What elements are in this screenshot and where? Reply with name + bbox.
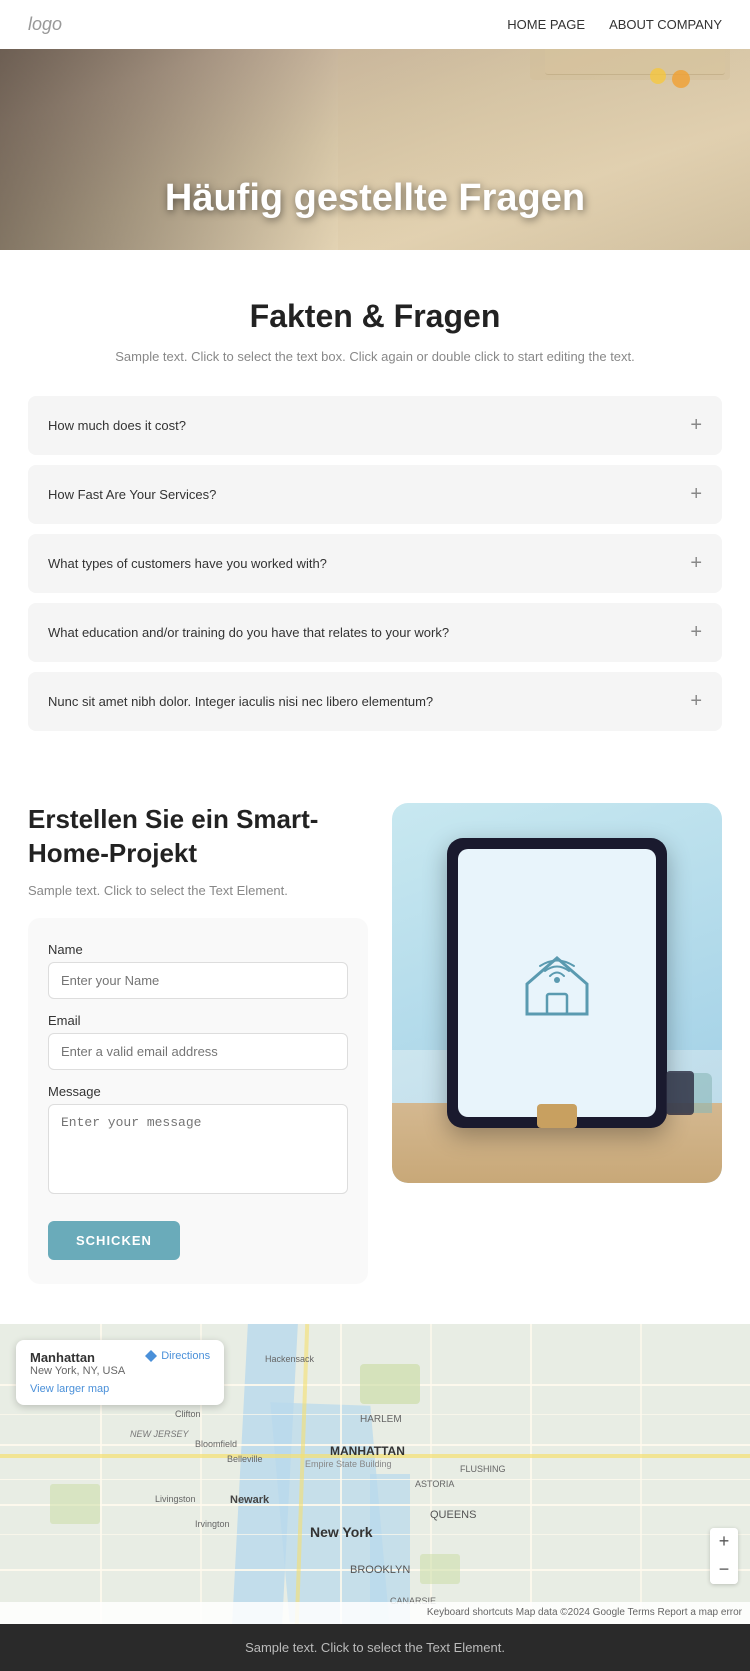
- nav-link-home[interactable]: HOME PAGE: [507, 17, 585, 32]
- email-input[interactable]: [48, 1033, 348, 1070]
- map-label-astoria: ASTORIA: [415, 1479, 454, 1489]
- faq-expand-icon-1: +: [690, 414, 702, 437]
- navbar: logo HOME PAGE ABOUT COMPANY: [0, 0, 750, 49]
- form-group-name: Name: [48, 942, 348, 999]
- smart-home-right: [392, 803, 722, 1183]
- hero-title: Häufig gestellte Fragen: [0, 177, 750, 220]
- map-label-irvington: Irvington: [195, 1519, 230, 1529]
- tablet-screen: [458, 849, 656, 1117]
- map-footer: Keyboard shortcuts Map data ©2024 Google…: [0, 1602, 750, 1624]
- map-label-harlem: HARLEM: [360, 1414, 402, 1425]
- name-label: Name: [48, 942, 348, 957]
- logo: logo: [28, 14, 62, 35]
- map-popup: Manhattan New York, NY, USA View larger …: [16, 1340, 224, 1405]
- contact-form: Name Email Message SCHICKEN: [28, 918, 368, 1284]
- map-label-queens: QUEENS: [430, 1509, 476, 1521]
- faq-question-3: What types of customers have you worked …: [48, 556, 327, 571]
- message-label: Message: [48, 1084, 348, 1099]
- submit-button[interactable]: SCHICKEN: [48, 1221, 180, 1260]
- name-input[interactable]: [48, 962, 348, 999]
- map-popup-subtitle: New York, NY, USA: [30, 1365, 125, 1377]
- smart-home-heading: Erstellen Sie ein Smart-Home-Projekt: [28, 803, 368, 871]
- email-label: Email: [48, 1013, 348, 1028]
- faq-question-5: Nunc sit amet nibh dolor. Integer iaculi…: [48, 694, 433, 709]
- faq-item-4[interactable]: What education and/or training do you ha…: [28, 603, 722, 662]
- zoom-out-button[interactable]: −: [710, 1556, 738, 1584]
- map-label-newyork: New York: [310, 1524, 373, 1540]
- map-popup-title: Manhattan: [30, 1350, 125, 1365]
- map-label-flushing: FLUSHING: [460, 1464, 506, 1474]
- map-section: MANHATTAN Newark New York BROOKLYN QUEEN…: [0, 1324, 750, 1624]
- zoom-in-button[interactable]: +: [710, 1528, 738, 1556]
- faq-question-2: How Fast Are Your Services?: [48, 487, 216, 502]
- map-label-manhattan: MANHATTAN: [330, 1444, 405, 1458]
- faq-heading: Fakten & Fragen: [28, 298, 722, 335]
- map-label-belleville: Belleville: [227, 1454, 263, 1464]
- map-attribution: Keyboard shortcuts Map data ©2024 Google…: [427, 1607, 742, 1618]
- map-label-empirestate: Empire State Building: [305, 1459, 392, 1469]
- faq-expand-icon-2: +: [690, 483, 702, 506]
- faq-section: Fakten & Fragen Sample text. Click to se…: [0, 250, 750, 763]
- nav-link-about[interactable]: ABOUT COMPANY: [609, 17, 722, 32]
- smart-home-left: Erstellen Sie ein Smart-Home-Projekt Sam…: [28, 803, 368, 1284]
- faq-item-3[interactable]: What types of customers have you worked …: [28, 534, 722, 593]
- view-larger-map-link[interactable]: View larger map: [30, 1383, 125, 1395]
- directions-icon: [145, 1350, 157, 1362]
- faq-subtitle: Sample text. Click to select the text bo…: [28, 349, 722, 364]
- smart-home-icon: [512, 936, 602, 1031]
- nav-links: HOME PAGE ABOUT COMPANY: [507, 17, 722, 32]
- map-label-bloomfield: Bloomfield: [195, 1439, 237, 1449]
- map-label-livingston: Livingston: [155, 1494, 196, 1504]
- faq-question-1: How much does it cost?: [48, 418, 186, 433]
- faq-item-1[interactable]: How much does it cost? +: [28, 396, 722, 455]
- faq-item-2[interactable]: How Fast Are Your Services? +: [28, 465, 722, 524]
- faq-expand-icon-4: +: [690, 621, 702, 644]
- faq-item-5[interactable]: Nunc sit amet nibh dolor. Integer iaculi…: [28, 672, 722, 731]
- faq-list: How much does it cost? + How Fast Are Yo…: [28, 396, 722, 731]
- tablet-device: [447, 838, 667, 1128]
- map-label-newark: Newark: [230, 1494, 269, 1506]
- map-label-jersey: NEW JERSEY: [130, 1429, 189, 1439]
- smart-home-image: [392, 803, 722, 1183]
- page-footer: Sample text. Click to select the Text El…: [0, 1624, 750, 1671]
- faq-expand-icon-3: +: [690, 552, 702, 575]
- map-label-clifton: Clifton: [175, 1409, 201, 1419]
- smart-home-section: Erstellen Sie ein Smart-Home-Projekt Sam…: [0, 763, 750, 1324]
- faq-question-4: What education and/or training do you ha…: [48, 625, 449, 640]
- form-group-email: Email: [48, 1013, 348, 1070]
- map-label-hacken: Hackensack: [265, 1354, 314, 1364]
- form-group-message: Message: [48, 1084, 348, 1199]
- directions-link[interactable]: Directions: [145, 1350, 210, 1362]
- map-zoom-controls: + −: [710, 1528, 738, 1584]
- map-label-brooklyn: BROOKLYN: [350, 1564, 410, 1576]
- footer-text: Sample text. Click to select the Text El…: [28, 1640, 722, 1655]
- faq-expand-icon-5: +: [690, 690, 702, 713]
- message-input[interactable]: [48, 1104, 348, 1194]
- directions-label: Directions: [161, 1350, 210, 1362]
- smart-home-description: Sample text. Click to select the Text El…: [28, 883, 368, 898]
